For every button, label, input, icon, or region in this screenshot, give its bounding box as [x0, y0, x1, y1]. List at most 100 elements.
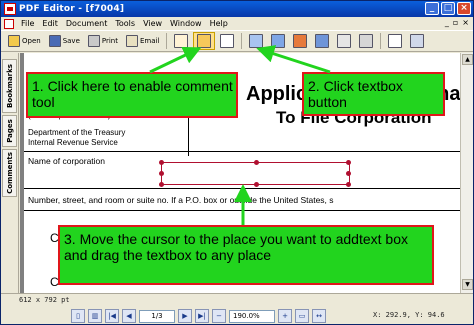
tab-bookmarks-label: Bookmarks — [5, 64, 14, 108]
zoom-field[interactable]: 190.0% — [229, 309, 275, 323]
new-textbox-annotation[interactable] — [159, 160, 351, 187]
email-button[interactable]: Email — [123, 32, 162, 50]
continuous-page-icon[interactable]: ▥ — [88, 309, 102, 323]
tab-bookmarks[interactable]: Bookmarks — [2, 59, 17, 113]
menu-help[interactable]: Help — [206, 19, 232, 28]
rectangle-icon — [315, 34, 330, 48]
prev-page-icon[interactable]: ◀ — [122, 309, 136, 323]
resize-handle[interactable] — [159, 160, 164, 165]
next-page-icon[interactable]: ▶ — [178, 309, 192, 323]
form-divider-horizontal — [24, 210, 460, 211]
close-button[interactable]: × — [457, 2, 471, 15]
envelope-icon — [126, 35, 138, 47]
menu-document[interactable]: Document — [62, 19, 111, 28]
note-tool-button[interactable] — [246, 32, 266, 50]
window-controls: _ □ × — [425, 2, 471, 15]
menu-bar: File Edit Document Tools View Window Hel… — [1, 17, 473, 30]
rectangle-tool-button[interactable] — [312, 32, 332, 50]
callout-step-2: 2. Click textbox button — [302, 72, 445, 116]
highlight-tool-button[interactable] — [334, 32, 354, 50]
tab-pages[interactable]: Pages — [2, 115, 17, 147]
save-button[interactable]: Save — [46, 32, 83, 50]
doc-restore-icon[interactable]: ▫ — [453, 18, 458, 27]
typewriter-icon — [388, 34, 403, 48]
vertical-scrollbar[interactable]: ▲ ▼ — [460, 53, 473, 293]
status-bar: 612 x 792 pt ▯ ▥ |◀ ◀ 1/3 ▶ ▶| − 190.0% … — [1, 293, 473, 324]
toolbar-separator — [241, 33, 243, 49]
select-tool-button[interactable] — [217, 32, 237, 50]
pencil-tool-button[interactable] — [356, 32, 376, 50]
folder-icon — [8, 35, 20, 47]
side-panel-tabs: Bookmarks Pages Comments — [1, 53, 19, 293]
menu-edit[interactable]: Edit — [38, 19, 62, 28]
doc-minimize-icon[interactable]: _ — [445, 18, 449, 27]
zoom-in-icon[interactable]: + — [278, 309, 292, 323]
resize-handle[interactable] — [346, 182, 351, 187]
open-label: Open — [22, 37, 41, 45]
resize-handle[interactable] — [159, 182, 164, 187]
hand-tool-button[interactable] — [171, 32, 191, 50]
dept-line2: Internal Revenue Service — [28, 138, 118, 147]
typewriter-tool-button[interactable] — [385, 32, 405, 50]
menu-tools[interactable]: Tools — [111, 19, 139, 28]
hand-icon — [174, 34, 189, 48]
open-button[interactable]: Open — [5, 32, 44, 50]
comment-tool-button[interactable] — [193, 32, 216, 50]
textbox-tool-button[interactable] — [268, 32, 288, 50]
zoom-out-icon[interactable]: − — [212, 309, 226, 323]
stamp-icon — [293, 34, 308, 48]
tab-comments-label: Comments — [5, 152, 14, 194]
resize-handle[interactable] — [346, 171, 351, 176]
toolbar-separator — [166, 33, 168, 49]
scroll-up-icon[interactable]: ▲ — [462, 54, 473, 65]
toolbar-separator — [380, 33, 382, 49]
field-address-label: Number, street, and room or suite no. If… — [28, 195, 334, 205]
tab-comments[interactable]: Comments — [2, 149, 17, 197]
printer-icon — [87, 35, 100, 47]
resize-handle[interactable] — [254, 182, 259, 187]
pdf-app-icon — [4, 3, 16, 15]
note-icon — [249, 34, 264, 48]
print-button[interactable]: Print — [85, 32, 121, 50]
field-name-label: Name of corporation — [28, 156, 106, 166]
department-text: Department of the Treasury Internal Reve… — [28, 128, 125, 148]
print-label: Print — [101, 37, 118, 45]
resize-handle[interactable] — [254, 160, 259, 165]
first-page-icon[interactable]: |◀ — [105, 309, 119, 323]
last-page-icon[interactable]: ▶| — [195, 309, 209, 323]
textbox-icon — [271, 34, 286, 48]
callout-step-1: 1. Click here to enable comment tool — [26, 72, 238, 118]
scroll-down-icon[interactable]: ▼ — [462, 279, 473, 290]
single-page-icon[interactable]: ▯ — [71, 309, 85, 323]
page-size-readout: 612 x 792 pt — [19, 296, 70, 304]
page-navigation: ▯ ▥ |◀ ◀ 1/3 ▶ ▶| − 190.0% + ▭ ↔ — [71, 308, 326, 324]
menu-view[interactable]: View — [139, 19, 166, 28]
document-icon[interactable] — [4, 18, 14, 29]
page-number-field[interactable]: 1/3 — [139, 309, 175, 323]
crop-icon — [410, 34, 425, 48]
maximize-button[interactable]: □ — [441, 2, 455, 15]
form-title-part1: Applic — [246, 83, 308, 105]
minimize-button[interactable]: _ — [425, 2, 439, 15]
dept-line1: Department of the Treasury — [28, 128, 126, 137]
stamp-tool-button[interactable] — [290, 32, 310, 50]
callout-step-3: 3. Move the cursor to the place you want… — [58, 225, 434, 285]
form-divider-horizontal — [24, 151, 460, 152]
resize-handle[interactable] — [159, 171, 164, 176]
main-toolbar: Open Save Print Email — [1, 30, 473, 52]
pencil-icon — [359, 34, 374, 48]
doc-close-icon[interactable]: × — [462, 18, 469, 27]
save-label: Save — [62, 37, 80, 45]
fit-page-icon[interactable]: ▭ — [295, 309, 309, 323]
email-label: Email — [140, 37, 160, 45]
crop-tool-button[interactable] — [407, 32, 427, 50]
doc-window-controls: _ ▫ × — [445, 18, 469, 27]
form-divider-horizontal — [24, 188, 460, 189]
cursor-coordinates: X: 292.9, Y: 94.6 — [373, 311, 445, 319]
menu-file[interactable]: File — [17, 19, 38, 28]
title-bar[interactable]: PDF Editor - [f7004] _ □ × — [1, 1, 473, 17]
fit-width-icon[interactable]: ↔ — [312, 309, 326, 323]
window-title: PDF Editor - [f7004] — [19, 4, 125, 14]
resize-handle[interactable] — [346, 160, 351, 165]
menu-window[interactable]: Window — [166, 19, 206, 28]
